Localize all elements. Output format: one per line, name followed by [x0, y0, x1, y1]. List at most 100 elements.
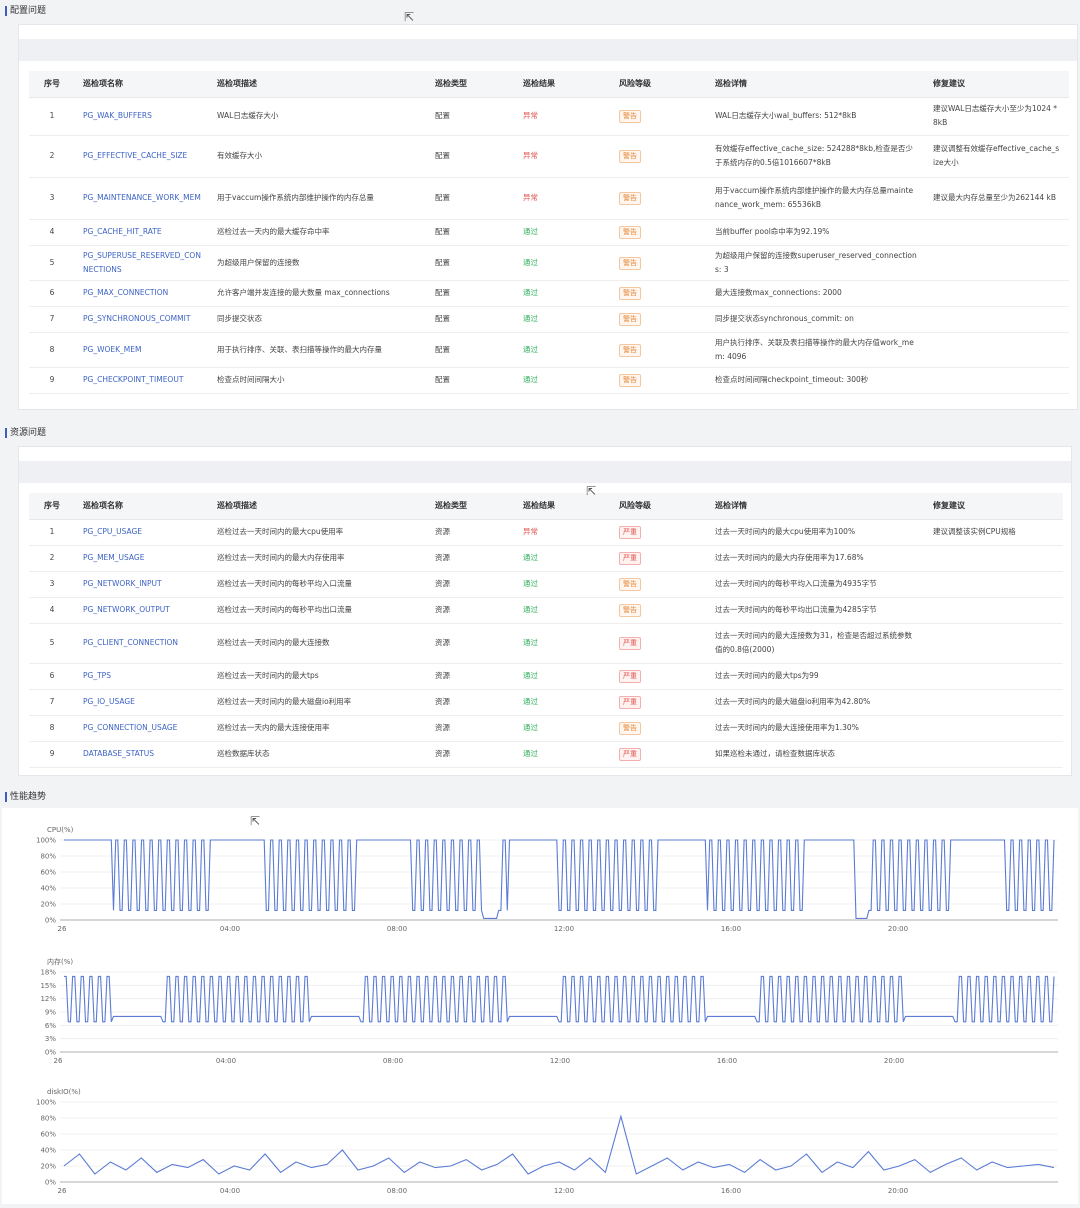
check-item-name-link[interactable]: PG_MAX_CONNECTION [75, 280, 209, 307]
x-tick-label: 04:00 [220, 1187, 240, 1195]
check-detail: 过去一天时间内的最大连接使用率为1.30% [707, 715, 925, 742]
y-tick-label: 6% [45, 1022, 56, 1030]
x-tick-label: 16:00 [721, 1187, 741, 1195]
fix-suggestion: 建议调整有效缓存effective_cache_size大小 [925, 135, 1069, 178]
check-result: 异常 [515, 135, 611, 178]
check-item-name-link[interactable]: PG_WAK_BUFFERS [75, 97, 209, 136]
column-header[interactable]: 巡检项描述 [209, 493, 427, 520]
check-detail: 检查点时间间隔checkpoint_timeout: 300秒 [707, 367, 925, 394]
table-row: 6 PG_MAX_CONNECTION 允许客户端并发连接的最大数量 max_con… [29, 280, 1069, 307]
x-tick-label: 08:00 [383, 1057, 403, 1065]
column-header[interactable]: 序号 [29, 71, 75, 98]
check-item-name-link[interactable]: PG_EFFECTIVE_CACHE_SIZE [75, 135, 209, 178]
check-result: 通过 [515, 245, 611, 281]
table-row: 7 PG_IO_USAGE 巡检过去一天时间内的最大磁盘io利用率 资源 通过 严重 过去一… [29, 689, 1063, 716]
column-header[interactable]: 修复建议 [925, 493, 1063, 520]
check-item-name-link[interactable]: PG_NETWORK_OUTPUT [75, 597, 209, 624]
row-number: 4 [29, 219, 75, 246]
y-tick-label: 0% [45, 1049, 56, 1057]
check-item-name-link[interactable]: PG_CHECKPOINT_TIMEOUT [75, 367, 209, 394]
row-number: 7 [29, 689, 75, 716]
table-row: 1 PG_WAK_BUFFERS WAL日志缓存大小 配置 异常 警告 WAL日志缓存大小w… [29, 97, 1069, 136]
check-detail: 为超级用户保留的连接数superuser_reserved_connection… [707, 245, 925, 281]
section-header-resource: 资源问题 [0, 422, 1080, 444]
check-item-description: 巡检过去一天时间内的每秒平均出口流量 [209, 597, 427, 624]
x-tick-label: 12:00 [554, 925, 574, 933]
column-header[interactable]: 风险等级 [611, 71, 707, 98]
check-result: 通过 [515, 280, 611, 307]
x-tick-label: 20:00 [888, 1187, 908, 1195]
x-tick-label: 12:00 [554, 1187, 574, 1195]
section-title: 性能趋势 [10, 792, 47, 802]
table-row: 9 DATABASE_STATUS 巡检数据库状态 资源 通过 严重 如果巡检未通过，请检查… [29, 741, 1063, 768]
table-row: 6 PG_TPS 巡检过去一天时间内的最大tps 资源 通过 严重 过去一天时间内的最大tp… [29, 663, 1063, 690]
check-detail: 用户执行排序、关联及表扫描等操作的最大内存值work_mem: 4096 [707, 332, 925, 368]
risk-badge: 警告 [619, 313, 641, 326]
column-header[interactable]: 修复建议 [925, 71, 1069, 98]
fix-suggestion [925, 545, 1063, 572]
risk-level-badge: 警告 [611, 715, 707, 742]
y-tick-label: 9% [45, 1009, 56, 1017]
check-item-name-link[interactable]: PG_MAINTENANCE_WORK_MEM [75, 177, 209, 220]
check-item-name-link[interactable]: PG_CPU_USAGE [75, 519, 209, 546]
column-header[interactable]: 巡检项名称 [75, 493, 209, 520]
section-marker [5, 5, 7, 16]
check-type: 配置 [427, 306, 515, 333]
column-header[interactable]: 序号 [29, 493, 75, 520]
column-header[interactable]: 风险等级 [611, 493, 707, 520]
y-tick-label: 40% [40, 885, 56, 893]
risk-level-badge: 严重 [611, 519, 707, 546]
y-tick-label: 3% [45, 1035, 56, 1043]
column-header[interactable]: 巡检类型 [427, 71, 515, 98]
check-item-name-link[interactable]: PG_IO_USAGE [75, 689, 209, 716]
check-detail: 同步提交状态synchronous_commit: on [707, 306, 925, 333]
risk-level-badge: 警告 [611, 280, 707, 307]
check-detail: WAL日志缓存大小wal_buffers: 512*8kB [707, 97, 925, 136]
row-number: 9 [29, 367, 75, 394]
check-item-name-link[interactable]: PG_SUPERUSE_RESERVED_CONNECTIONS [75, 245, 209, 281]
check-item-name-link[interactable]: PG_TPS [75, 663, 209, 690]
check-item-name-link[interactable]: PG_NETWORK_INPUT [75, 571, 209, 598]
check-item-description: WAL日志缓存大小 [209, 97, 427, 136]
table-row: 3 PG_NETWORK_INPUT 巡检过去一天时间内的每秒平均入口流量 资源 通过警… [29, 571, 1063, 598]
check-item-description: 有效缓存大小 [209, 135, 427, 178]
check-item-name-link[interactable]: PG_CONNECTION_USAGE [75, 715, 209, 742]
check-item-name-link[interactable]: PG_CLIENT_CONNECTION [75, 623, 209, 664]
check-detail: 过去一天时间内的最大磁盘io利用率为42.80% [707, 689, 925, 716]
risk-badge: 警告 [619, 578, 641, 591]
column-header[interactable]: 巡检详情 [707, 493, 925, 520]
y-tick-label: 0% [45, 1179, 56, 1187]
column-header[interactable]: 巡检项名称 [75, 71, 209, 98]
row-number: 8 [29, 332, 75, 368]
check-item-name-link[interactable]: PG_WOEK_MEM [75, 332, 209, 368]
x-tick-label: 08:00 [387, 1187, 407, 1195]
check-type: 资源 [427, 663, 515, 690]
fix-suggestion [925, 332, 1069, 368]
x-tick-label: 20:00 [884, 1057, 904, 1065]
table-row: 3 PG_MAINTENANCE_WORK_MEM 用于vaccum操作系统内部维护… [29, 177, 1069, 220]
check-item-name-link[interactable]: PG_CACHE_HIT_RATE [75, 219, 209, 246]
check-item-name-link[interactable]: PG_MEM_USAGE [75, 545, 209, 572]
check-result: 通过 [515, 623, 611, 664]
y-tick-label: 100% [36, 837, 56, 845]
column-header[interactable]: 巡检结果 [515, 493, 611, 520]
column-header[interactable]: 巡检详情 [707, 71, 925, 98]
table-row: 2 PG_MEM_USAGE 巡检过去一天时间内的最大内存使用率 资源 通过 严重 过去一天… [29, 545, 1063, 572]
check-item-name-link[interactable]: PG_SYNCHRONOUS_COMMIT [75, 306, 209, 333]
y-tick-label: 100% [36, 1099, 56, 1107]
check-detail: 过去一天时间内的最大连接数为31，检查是否超过系统参数值的0.8倍(2000) [707, 623, 925, 664]
risk-level-badge: 警告 [611, 245, 707, 281]
cursor-icon: ⇱ [404, 10, 415, 24]
check-item-name-link[interactable]: DATABASE_STATUS [75, 741, 209, 768]
column-header[interactable]: 巡检项描述 [209, 71, 427, 98]
row-number: 2 [29, 545, 75, 572]
risk-level-badge: 警告 [611, 571, 707, 598]
y-tick-label: 18% [40, 969, 56, 977]
fix-suggestion [925, 571, 1063, 598]
check-detail: 用于vaccum操作系统内部维护操作的最大内存总量maintenance_wor… [707, 177, 925, 220]
series-line [64, 975, 1055, 1023]
check-item-description: 巡检过去一天时间内的最大磁盘io利用率 [209, 689, 427, 716]
column-header[interactable]: 巡检结果 [515, 71, 611, 98]
column-header[interactable]: 巡检类型 [427, 493, 515, 520]
risk-badge: 严重 [619, 637, 641, 650]
